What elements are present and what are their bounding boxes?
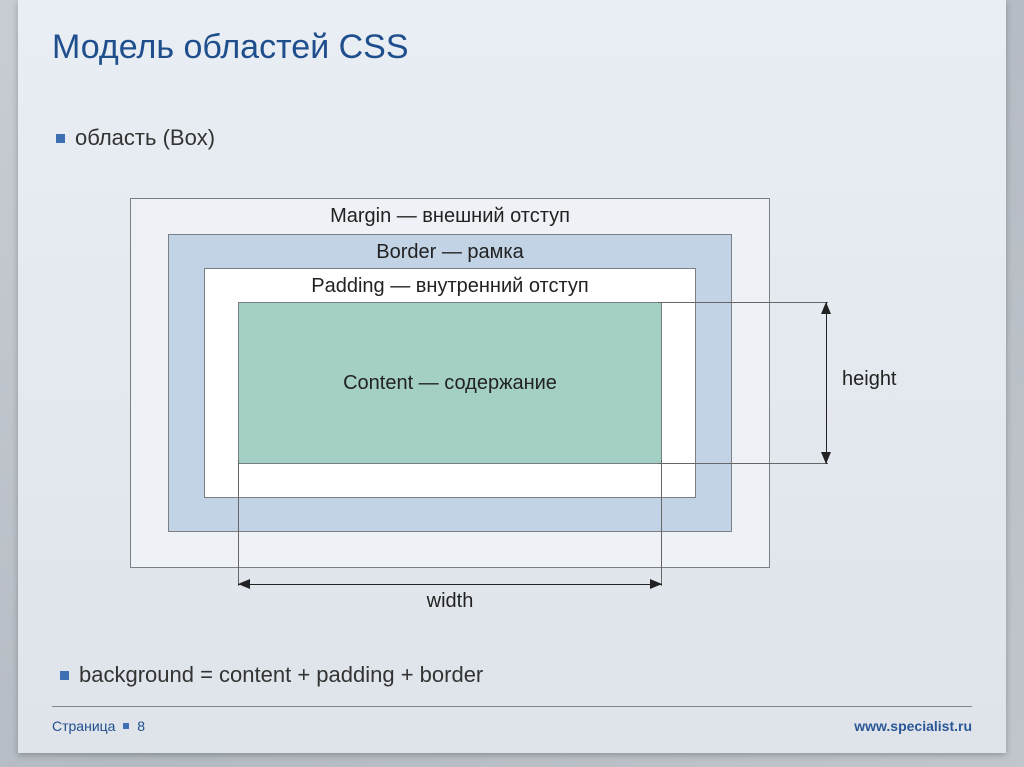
bullet-text: background = content + padding + border [79, 662, 483, 688]
site-url: www.specialist.ru [854, 718, 972, 734]
margin-label: Margin — внешний отступ [131, 199, 769, 232]
height-dimension: height [784, 302, 914, 464]
divider [52, 706, 972, 707]
slide: Модель областей CSS область (Box) Margin… [18, 0, 1006, 753]
width-dimension: width [238, 576, 662, 616]
border-label: Border — рамка [169, 235, 731, 268]
page-number: 8 [137, 718, 145, 734]
box-model-diagram: Margin — внешний отступ Border — рамка P… [130, 198, 912, 618]
bullet-box: область (Box) [56, 125, 972, 151]
bullet-icon [56, 134, 65, 143]
content-label: Content — содержание [343, 372, 557, 395]
width-label: width [238, 590, 662, 613]
padding-label: Padding — внутренний отступ [205, 269, 695, 302]
bullet-background: background = content + padding + border [60, 662, 483, 688]
bullet-text: область (Box) [75, 125, 215, 151]
slide-footer: Страница 8 www.specialist.ru [52, 713, 972, 739]
slide-title: Модель областей CSS [52, 28, 972, 67]
height-label: height [842, 368, 897, 391]
bullet-icon [60, 671, 69, 680]
page-indicator: Страница 8 [52, 718, 145, 734]
content-box: Content — содержание [238, 302, 662, 464]
page-label: Страница [52, 718, 115, 734]
separator-icon [123, 723, 129, 729]
